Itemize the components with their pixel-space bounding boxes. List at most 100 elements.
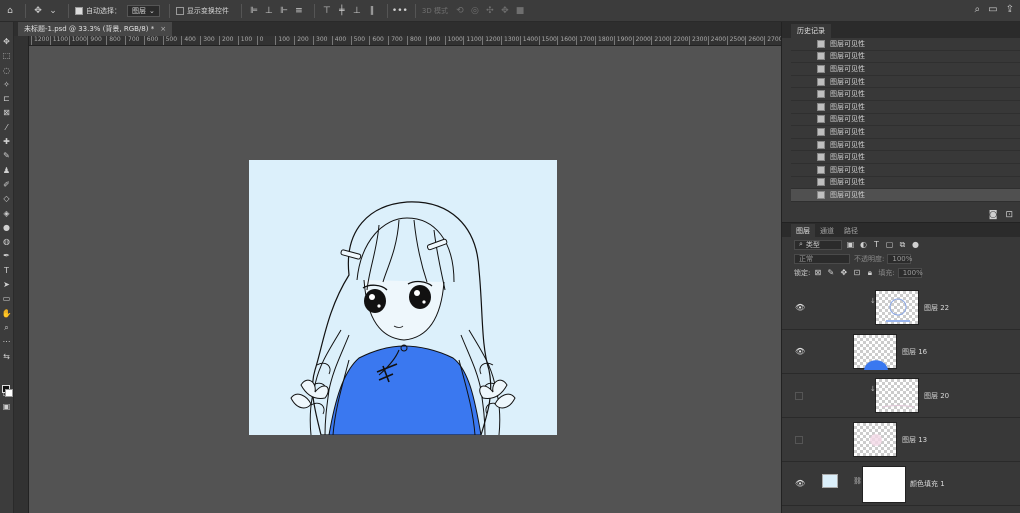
path-selection-icon[interactable]: ➤	[1, 279, 13, 291]
brush-tool-icon[interactable]: ✎	[1, 150, 13, 162]
marquee-tool-icon[interactable]: ⬚	[1, 50, 13, 62]
show-transform-controls-checkbox[interactable]: 显示变换控件	[175, 6, 229, 16]
frame-tool-icon[interactable]: ⊠	[1, 107, 13, 119]
history-item[interactable]: 图层可见性	[791, 151, 1020, 164]
visibility-eye-icon[interactable]	[795, 392, 803, 400]
filter-toggle-icon[interactable]: ●	[911, 240, 920, 249]
search-icon[interactable]: ⌕	[975, 4, 981, 15]
layer-name[interactable]: 图层 13	[902, 435, 927, 445]
align-center-icon[interactable]: ⊥	[263, 5, 275, 17]
shape-filter-icon[interactable]: ▢	[885, 240, 894, 249]
eyedropper-icon[interactable]: ⁄	[1, 122, 13, 134]
history-item[interactable]: 图层可见性	[791, 101, 1020, 114]
tab-history[interactable]: 历史记录	[791, 24, 831, 38]
3d-scale-icon[interactable]: ■	[514, 5, 526, 17]
checkbox-icon[interactable]	[175, 6, 184, 15]
history-item[interactable]: 图层可见性	[791, 51, 1020, 64]
auto-select-dropdown[interactable]: 图层 ⌄	[127, 4, 160, 17]
distribute-vertical-icon[interactable]: ∥	[366, 5, 378, 17]
lock-position-icon[interactable]: ✥	[839, 268, 848, 277]
canvas-workspace[interactable]	[30, 47, 781, 513]
auto-select-checkbox[interactable]: 自动选择：	[75, 6, 121, 16]
healing-brush-icon[interactable]: ✚	[1, 136, 13, 148]
3d-drag-icon[interactable]: ✣	[484, 5, 496, 17]
align-middle-icon[interactable]: ╪	[336, 5, 348, 17]
history-item[interactable]: 图层可见性	[791, 126, 1020, 139]
3d-rotate-icon[interactable]: ⟲	[454, 5, 466, 17]
align-right-icon[interactable]: ⊩	[278, 5, 290, 17]
clone-stamp-icon[interactable]: ♟	[1, 165, 13, 177]
checkbox-icon[interactable]	[75, 6, 83, 15]
rectangle-tool-icon[interactable]: ▭	[1, 293, 13, 305]
visibility-eye-icon[interactable]	[795, 436, 803, 444]
layer-name[interactable]: 图层 16	[902, 347, 927, 357]
lock-pixels-icon[interactable]: ✎	[826, 268, 835, 277]
visibility-eye-icon[interactable]: 👁︎	[795, 303, 805, 312]
align-top-icon[interactable]: ⊤	[321, 5, 333, 17]
history-item[interactable]: 图层可见性	[791, 164, 1020, 177]
layer-row[interactable]: ↓ 图层 20	[782, 374, 1020, 418]
lock-transparent-icon[interactable]: ⊠	[813, 268, 822, 277]
move-tool-icon[interactable]: ✥	[32, 5, 44, 17]
3d-roll-icon[interactable]: ◎	[469, 5, 481, 17]
zoom-tool-icon[interactable]: ⌕	[1, 322, 13, 334]
layer-name[interactable]: 图层 22	[924, 303, 949, 313]
type-tool-icon[interactable]: T	[1, 265, 13, 277]
share-icon[interactable]: ⇪	[1006, 4, 1014, 15]
chevron-down-icon[interactable]: ⌄	[47, 5, 59, 17]
adjustment-filter-icon[interactable]: ◐	[859, 240, 868, 249]
more-options-icon[interactable]: •••	[392, 5, 408, 17]
lasso-tool-icon[interactable]: ◌	[1, 65, 13, 77]
layer-name[interactable]: 图层 20	[924, 391, 949, 401]
type-filter-icon[interactable]: T	[872, 240, 881, 249]
align-left-icon[interactable]: ⊫	[248, 5, 260, 17]
3d-slide-icon[interactable]: ✥	[499, 5, 511, 17]
layer-row[interactable]: 👁︎ 图层 16	[782, 330, 1020, 374]
layer-thumbnail[interactable]	[853, 334, 897, 370]
blur-tool-icon[interactable]: ●	[1, 222, 13, 234]
lock-artboard-icon[interactable]: ⊡	[852, 268, 861, 277]
blend-mode-select[interactable]: 正常	[794, 253, 850, 264]
history-item[interactable]: 图层可见性	[791, 114, 1020, 127]
paint-bucket-icon[interactable]: ◈	[1, 208, 13, 220]
background-color-swatch[interactable]	[5, 389, 13, 397]
camera-icon[interactable]: ◙	[989, 210, 998, 220]
history-brush-icon[interactable]: ✐	[1, 179, 13, 191]
move-tool-icon[interactable]: ✥	[1, 36, 13, 48]
crop-tool-icon[interactable]: ⊏	[1, 93, 13, 105]
dodge-tool-icon[interactable]: ◍	[1, 236, 13, 248]
eraser-icon[interactable]: ◇	[1, 193, 13, 205]
lock-all-icon[interactable]: 🔒︎	[865, 268, 874, 277]
history-item[interactable]: 图层可见性	[791, 76, 1020, 89]
distribute-horizontal-icon[interactable]: ≡	[293, 5, 305, 17]
more-tools-icon[interactable]: ⋯	[1, 336, 13, 348]
history-item[interactable]: 图层可见性	[791, 63, 1020, 76]
close-icon[interactable]: ×	[160, 25, 166, 33]
kind-filter-select[interactable]: ⌕ 类型	[794, 239, 842, 250]
swap-colors-icon[interactable]: ⇆	[1, 351, 13, 363]
hand-tool-icon[interactable]: ✋	[1, 308, 13, 320]
history-item[interactable]: 图层可见性	[791, 88, 1020, 101]
workspace-icon[interactable]: ▭	[988, 4, 997, 15]
link-icon[interactable]: ⛓︎	[853, 477, 862, 485]
screen-mode-icon[interactable]: ▣	[1, 401, 13, 413]
smart-object-filter-icon[interactable]: ⧉	[898, 240, 907, 249]
tab-channels[interactable]: 通道	[815, 224, 839, 237]
history-item[interactable]: 图层可见性	[791, 177, 1020, 190]
visibility-eye-icon[interactable]: 👁︎	[795, 347, 805, 356]
layer-row[interactable]: 👁︎ ⛓︎ 颜色填充 1	[782, 462, 1020, 506]
visibility-eye-icon[interactable]: 👁︎	[795, 479, 805, 488]
pixel-filter-icon[interactable]: ▣	[846, 240, 855, 249]
tab-paths[interactable]: 路径	[839, 224, 863, 237]
document-tab[interactable]: 未标题-1.psd @ 33.3% (背景, RGB/8) * ×	[18, 22, 173, 36]
layer-row[interactable]: 图层 13	[782, 418, 1020, 462]
home-icon[interactable]: ⌂	[4, 5, 16, 17]
tab-layers[interactable]: 图层	[791, 224, 815, 237]
layer-name[interactable]: 颜色填充 1	[910, 479, 945, 489]
snapshot-icon[interactable]: ⊡	[1005, 210, 1013, 220]
history-item[interactable]: 图层可见性	[791, 189, 1020, 202]
magic-wand-icon[interactable]: ✧	[1, 79, 13, 91]
history-item[interactable]: 图层可见性	[791, 38, 1020, 51]
layer-mask-thumbnail[interactable]	[862, 466, 906, 503]
layer-thumbnail[interactable]	[875, 378, 919, 413]
